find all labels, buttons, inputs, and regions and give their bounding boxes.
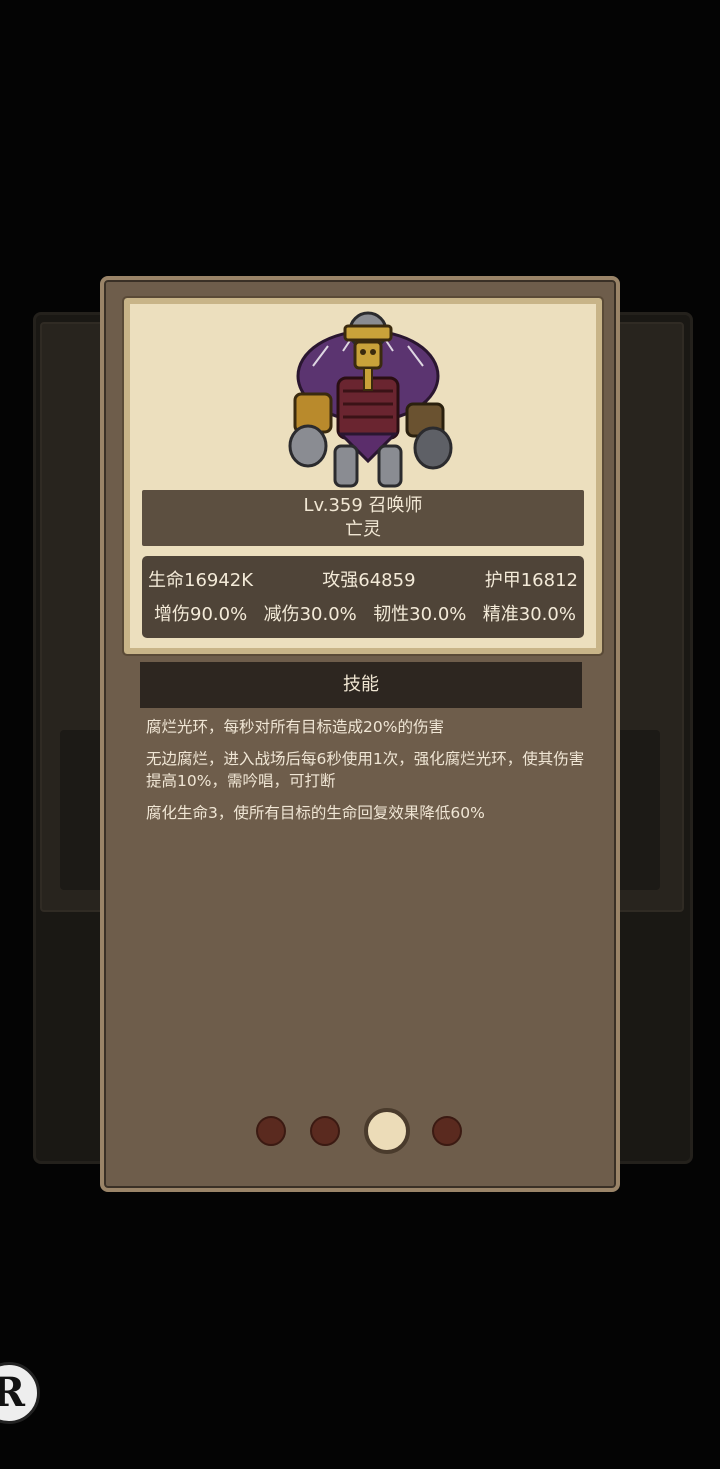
skill-item: 腐化生命3，使所有目标的生命回复效果降低60% (146, 804, 485, 822)
skills-header: 技能 (140, 662, 582, 708)
stat-damage-bonus: 增伤90.0% (154, 604, 248, 625)
portrait-card: Lv.359 召唤师 亡灵 生命16942K 攻强64859 护甲16812 增… (122, 296, 604, 656)
stats-panel: 生命16942K 攻强64859 护甲16812 增伤90.0% 减伤30.0%… (142, 556, 584, 638)
page-dot-2[interactable] (310, 1116, 340, 1146)
skill-list: 腐烂光环，每秒对所有目标造成20%的伤害 无边腐烂，进入战场后每6秒使用1次，强… (146, 716, 586, 834)
stat-damage-reduction: 减伤30.0% (263, 604, 357, 625)
page-dot-1[interactable] (256, 1116, 286, 1146)
level-class-label: Lv.359 召唤师 (303, 495, 423, 516)
page-dot-3-active[interactable] (364, 1108, 410, 1154)
stat-armor: 护甲16812 (484, 570, 578, 591)
stat-hp: 生命16942K (148, 570, 254, 591)
monster-detail-dialog: Lv.359 召唤师 亡灵 生命16942K 攻强64859 护甲16812 增… (100, 276, 620, 1192)
record-icon[interactable]: R (0, 1362, 40, 1424)
page-dot-4[interactable] (432, 1116, 462, 1146)
race-label: 亡灵 (345, 519, 381, 540)
character-portrait (288, 311, 453, 488)
skill-item: 腐烂光环，每秒对所有目标造成20%的伤害 (146, 718, 444, 736)
skill-item: 无边腐烂，进入战场后每6秒使用1次，强化腐烂光环，使其伤害提高10%，需吟唱，可… (146, 750, 585, 790)
stat-toughness: 韧性30.0% (373, 604, 467, 625)
name-bar: Lv.359 召唤师 亡灵 (142, 490, 584, 546)
stat-accuracy: 精准30.0% (482, 604, 576, 625)
stat-attack: 攻强64859 (322, 570, 416, 591)
